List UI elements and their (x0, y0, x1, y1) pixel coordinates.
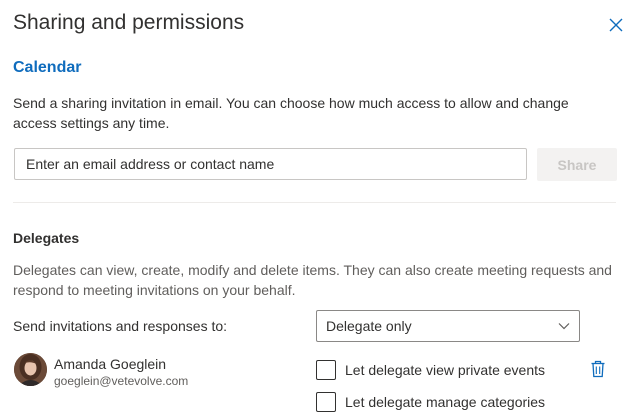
trash-icon (591, 360, 605, 378)
calendar-section-title: Calendar (13, 59, 82, 76)
dropdown-selected-value: Delegate only (326, 318, 412, 334)
send-invitations-label: Send invitations and responses to: (13, 318, 228, 334)
view-private-events-label: Let delegate view private events (345, 362, 546, 378)
manage-categories-checkbox[interactable] (316, 392, 336, 412)
chevron-down-icon (558, 323, 570, 330)
avatar-photo (14, 353, 47, 386)
section-divider (13, 202, 616, 203)
delegate-name: Amanda Goeglein (54, 356, 167, 372)
sharing-intro-text: Send a sharing invitation in email. You … (13, 95, 569, 131)
avatar (14, 353, 47, 386)
email-contact-input[interactable] (14, 148, 527, 180)
manage-categories-option[interactable]: Let delegate manage categories (316, 391, 545, 413)
view-private-events-option[interactable]: Let delegate view private events (316, 359, 545, 381)
delegates-heading: Delegates (13, 230, 80, 246)
close-icon (609, 18, 623, 32)
close-button[interactable] (606, 15, 624, 35)
view-private-events-checkbox[interactable] (316, 360, 336, 380)
delegates-description: Delegates can view, create, modify and d… (13, 262, 612, 298)
dialog-title: Sharing and permissions (13, 11, 245, 34)
send-invitations-dropdown[interactable]: Delegate only (316, 310, 580, 342)
manage-categories-label: Let delegate manage categories (345, 394, 546, 410)
sharing-permissions-dialog: Sharing and permissions Calendar Send a … (0, 0, 624, 419)
share-button[interactable]: Share (537, 148, 617, 181)
delegate-email: goeglein@vetevolve.com (54, 374, 189, 388)
remove-delegate-button[interactable] (590, 360, 606, 378)
